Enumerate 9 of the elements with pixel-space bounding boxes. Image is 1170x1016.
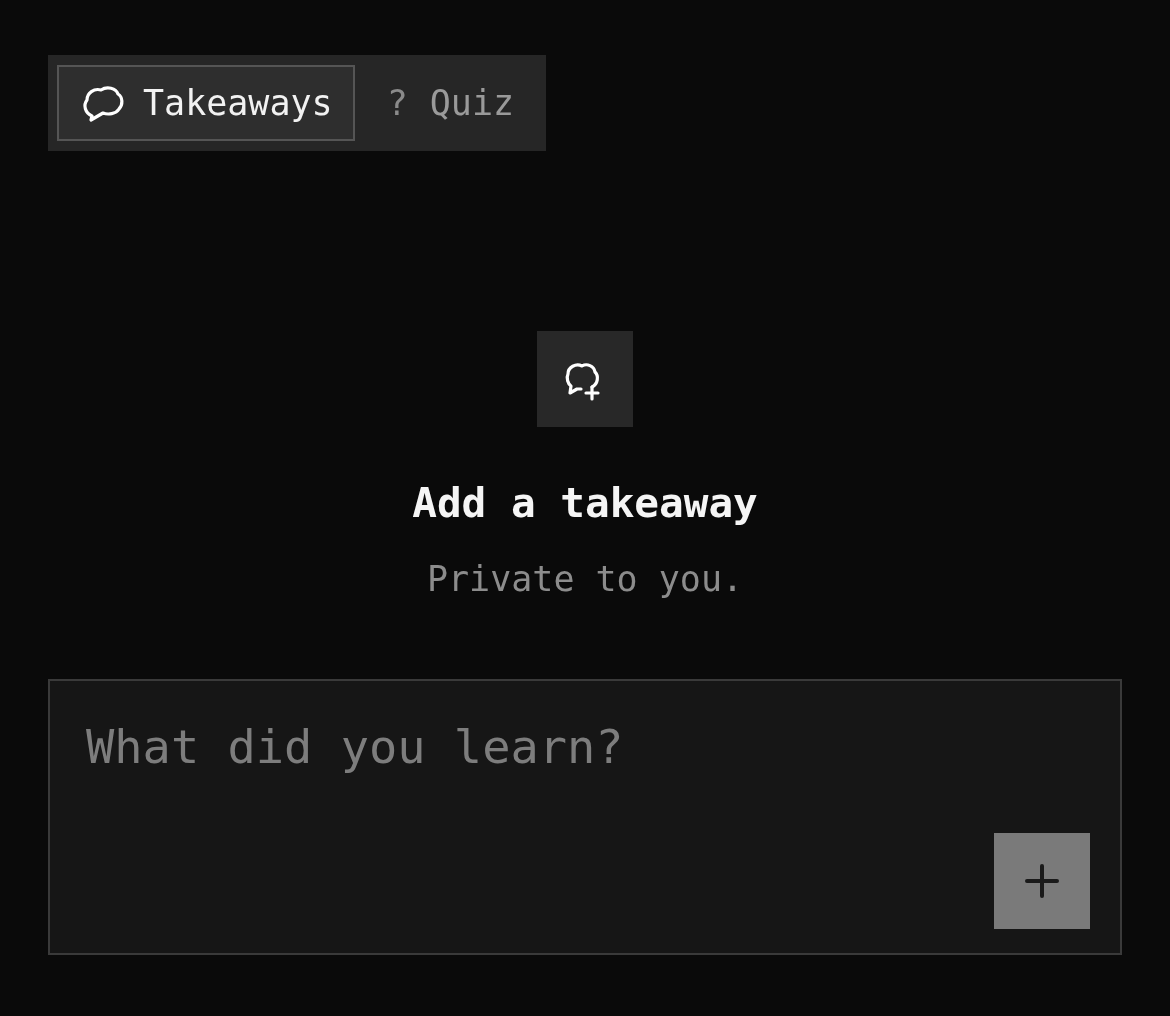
speech-bubble-icon: [81, 83, 125, 123]
empty-state-subtitle: Private to you.: [426, 559, 744, 599]
add-button[interactable]: [994, 833, 1090, 929]
tab[interactable]: ? Quiz: [384, 65, 517, 141]
empty-state-title: Add a takeaway: [412, 479, 758, 527]
tab[interactable]: Takeaways: [57, 65, 355, 141]
takeaway-input-field[interactable]: What did you learn?: [48, 679, 1122, 955]
question-mark-icon: ?: [386, 83, 408, 123]
plus-icon: [1025, 864, 1059, 898]
